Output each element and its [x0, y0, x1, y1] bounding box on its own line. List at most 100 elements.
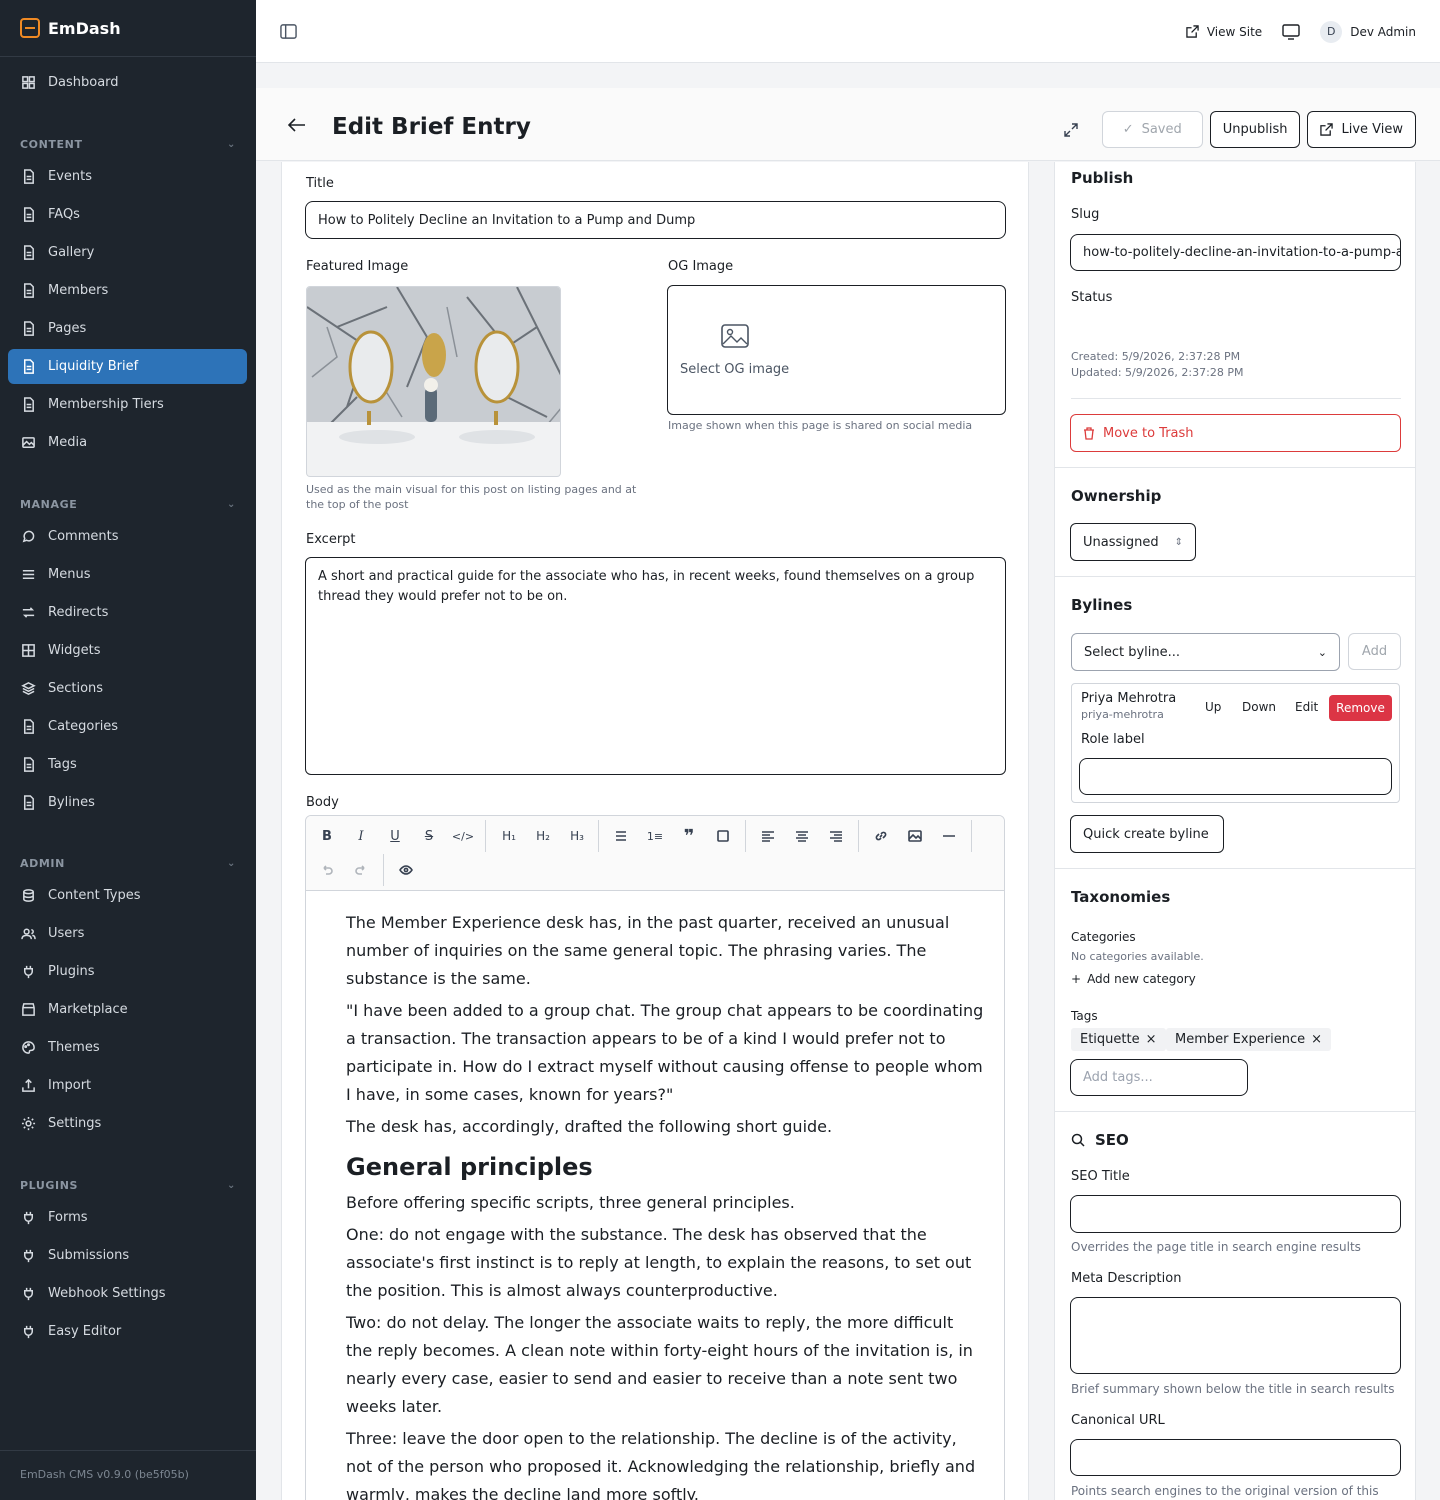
sidebar-item-sections[interactable]: Sections [8, 671, 247, 706]
heading3-icon[interactable]: H₃ [564, 823, 590, 849]
byline-down-button[interactable]: Down [1242, 700, 1276, 714]
ownership-select[interactable]: Unassigned ⇕ [1070, 523, 1196, 561]
undo-icon[interactable] [314, 857, 340, 883]
brand[interactable]: EmDash [0, 0, 256, 57]
sidebar-toggle-icon[interactable] [280, 23, 297, 40]
menu-icon [20, 567, 36, 583]
sidebar-item-categories[interactable]: Categories [8, 709, 247, 744]
byline-select[interactable]: Select byline... ⌄ [1071, 633, 1340, 671]
sidebar-item-gallery[interactable]: Gallery [8, 235, 247, 270]
live-view-button[interactable]: Live View [1307, 111, 1416, 148]
toolbar-divider [598, 820, 599, 852]
byline-edit-button[interactable]: Edit [1295, 700, 1318, 714]
byline-remove-button[interactable]: Remove [1329, 695, 1392, 721]
title-input[interactable]: How to Politely Decline an Invitation to… [305, 201, 1006, 239]
nav-section-manage[interactable]: MANAGE ⌄ [20, 498, 236, 511]
ordered-list-icon[interactable]: 1≡ [642, 823, 668, 849]
move-to-trash-button[interactable]: Move to Trash [1070, 414, 1401, 452]
user-menu[interactable]: D Dev Admin [1320, 20, 1416, 43]
unpublish-button[interactable]: Unpublish [1209, 111, 1301, 148]
document-icon [20, 283, 36, 299]
heading1-icon[interactable]: H₁ [496, 823, 522, 849]
image-icon[interactable] [902, 823, 928, 849]
sidebar-item-faqs[interactable]: FAQs [8, 197, 247, 232]
divider [1071, 398, 1401, 399]
sidebar-item-users[interactable]: Users [8, 916, 247, 951]
sidebar-item-easy-editor[interactable]: Easy Editor [8, 1314, 247, 1349]
code-icon[interactable]: </> [450, 823, 476, 849]
sidebar-item-webhook-settings[interactable]: Webhook Settings [8, 1276, 247, 1311]
section-label: MANAGE [20, 498, 78, 511]
sidebar-item-settings[interactable]: Settings [8, 1106, 247, 1141]
sidebar-item-plugins[interactable]: Plugins [8, 954, 247, 989]
canonical-url-input[interactable] [1070, 1439, 1401, 1476]
saved-button[interactable]: ✓ Saved [1101, 111, 1203, 148]
sidebar-item-dashboard[interactable]: Dashboard [8, 65, 247, 100]
sidebar-item-comments[interactable]: Comments [8, 519, 247, 554]
sidebar-item-label: Settings [48, 1116, 102, 1131]
sidebar-item-tags[interactable]: Tags [8, 747, 247, 782]
sidebar-item-liquidity-brief[interactable]: Liquidity Brief [8, 349, 247, 384]
sidebar-item-label: Widgets [48, 643, 101, 658]
sidebar-item-redirects[interactable]: Redirects [8, 595, 247, 630]
excerpt-textarea[interactable]: A short and practical guide for the asso… [305, 557, 1006, 775]
link-icon[interactable] [868, 823, 894, 849]
back-arrow-icon[interactable] [288, 118, 306, 132]
featured-image[interactable] [306, 286, 561, 477]
quote-icon[interactable]: ❞ [676, 823, 702, 849]
body-content[interactable]: The Member Experience desk has, in the p… [306, 891, 1004, 1500]
italic-icon[interactable]: I [348, 823, 374, 849]
code-block-icon[interactable] [710, 823, 736, 849]
featured-image-help: Used as the main visual for this post on… [306, 483, 637, 511]
nav-section-content[interactable]: CONTENT ⌄ [20, 138, 236, 151]
meta-description-textarea[interactable] [1070, 1297, 1401, 1374]
nav-section-admin[interactable]: ADMIN ⌄ [20, 857, 236, 870]
og-image-picker[interactable]: Select OG image [667, 285, 1006, 415]
sidebar-item-label: FAQs [48, 207, 80, 222]
add-category-link[interactable]: + Add new category [1071, 972, 1196, 986]
sidebar-item-media[interactable]: Media [8, 425, 247, 460]
sidebar-item-events[interactable]: Events [8, 159, 247, 194]
check-icon: ✓ [1122, 122, 1134, 137]
align-left-icon[interactable] [755, 823, 781, 849]
view-site-link[interactable]: View Site [1186, 25, 1262, 39]
sidebar-item-membership-tiers[interactable]: Membership Tiers [8, 387, 247, 422]
bullet-list-icon[interactable] [608, 823, 634, 849]
sidebar-item-content-types[interactable]: Content Types [8, 878, 247, 913]
sidebar-item-import[interactable]: Import [8, 1068, 247, 1103]
byline-up-button[interactable]: Up [1205, 700, 1221, 714]
sidebar-item-pages[interactable]: Pages [8, 311, 247, 346]
role-label-input[interactable] [1079, 758, 1392, 795]
slug-input[interactable]: how-to-politely-decline-an-invitation-to… [1070, 234, 1401, 271]
sidebar-item-widgets[interactable]: Widgets [8, 633, 247, 668]
sidebar-item-members[interactable]: Members [8, 273, 247, 308]
sidebar-item-forms[interactable]: Forms [8, 1200, 247, 1235]
document-icon [20, 719, 36, 735]
heading2-icon[interactable]: H₂ [530, 823, 556, 849]
sidebar-item-menus[interactable]: Menus [8, 557, 247, 592]
underline-icon[interactable]: U [382, 823, 408, 849]
strikethrough-icon[interactable]: S [416, 823, 442, 849]
sidebar-item-themes[interactable]: Themes [8, 1030, 247, 1065]
sidebar-item-submissions[interactable]: Submissions [8, 1238, 247, 1273]
redo-icon[interactable] [348, 857, 374, 883]
add-tags-input[interactable]: Add tags... [1070, 1059, 1248, 1096]
toolbar-divider [858, 820, 859, 852]
align-center-icon[interactable] [789, 823, 815, 849]
canonical-url-help: Points search engines to the original ve… [1071, 1484, 1379, 1498]
nav-section-plugins[interactable]: PLUGINS ⌄ [20, 1179, 236, 1192]
quick-create-byline-button[interactable]: Quick create byline [1070, 815, 1224, 853]
monitor-icon[interactable] [1282, 23, 1300, 40]
align-right-icon[interactable] [823, 823, 849, 849]
sidebar-item-marketplace[interactable]: Marketplace [8, 992, 247, 1027]
preview-eye-icon[interactable] [393, 857, 419, 883]
sidebar-item-bylines[interactable]: Bylines [8, 785, 247, 820]
bold-icon[interactable]: B [314, 823, 340, 849]
expand-icon[interactable] [1064, 122, 1078, 137]
seo-title-input[interactable] [1070, 1195, 1401, 1233]
close-icon[interactable]: × [1146, 1032, 1157, 1047]
horizontal-rule-icon[interactable] [936, 823, 962, 849]
view-site-label: View Site [1206, 24, 1263, 39]
add-byline-button[interactable]: Add [1348, 633, 1401, 670]
close-icon[interactable]: × [1311, 1032, 1322, 1047]
